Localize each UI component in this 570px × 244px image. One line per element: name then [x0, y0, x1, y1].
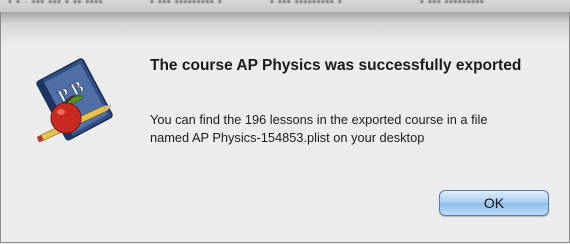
- dialog-title: The course AP Physics was successfully e…: [150, 57, 522, 74]
- book-apple-app-icon: P B: [30, 56, 122, 148]
- dialog-message: You can find the 196 lessons in the expo…: [150, 112, 488, 145]
- background-window-strip: ▪ ▪ · ▪▪▪ ▪▪▪ ▪ ▪▪ ▪▪▪▪ ▪ ▪▪▪ ▪▪▪▪▪▪▪▪▪ …: [0, 0, 570, 12]
- ok-button[interactable]: OK: [439, 190, 549, 216]
